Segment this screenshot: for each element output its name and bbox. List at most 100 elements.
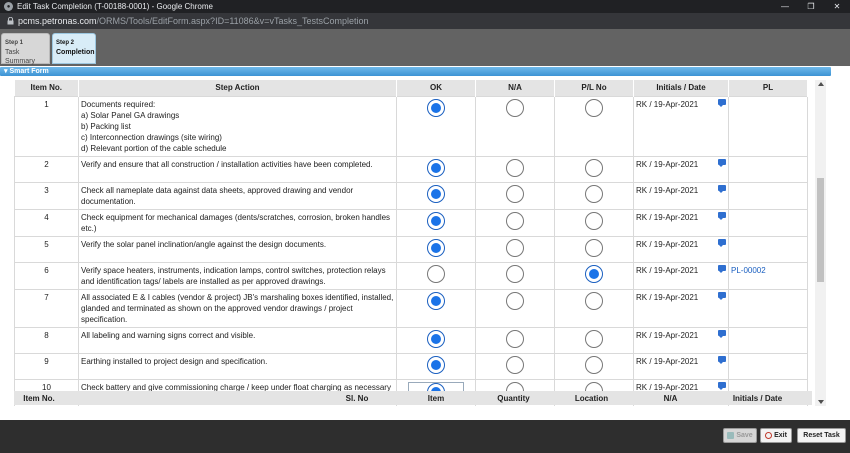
url-host: pcms.petronas.com	[18, 16, 97, 26]
step-action: All associated E & I cables (vendor & pr…	[78, 288, 397, 328]
step-action-line: Check equipment for mechanical damages (…	[81, 212, 391, 233]
item-number: 6	[14, 261, 79, 290]
ok-radio[interactable]	[427, 211, 445, 230]
smart-form-panel-header[interactable]: ▾ Smart Form	[0, 67, 831, 76]
reset-task-button[interactable]: Reset Task	[797, 428, 846, 443]
na-radio[interactable]	[506, 355, 524, 374]
initials-date-cell: RK / 19-Apr-2021	[633, 326, 729, 354]
maximize-icon[interactable]: ❐	[798, 2, 824, 11]
pl-radio[interactable]	[585, 329, 603, 348]
scroll-thumb[interactable]	[817, 178, 824, 282]
pl-radio[interactable]	[585, 184, 603, 203]
ok-radio[interactable]	[427, 329, 445, 348]
item-number: 4	[14, 208, 79, 237]
na-radio[interactable]	[506, 158, 524, 177]
na-radio[interactable]	[506, 329, 524, 348]
ok-option-cell	[396, 352, 476, 380]
table-row: 7 All associated E & I cables (vendor & p…	[14, 288, 808, 328]
initials-date: RK / 19-Apr-2021	[636, 212, 699, 222]
ok-radio[interactable]	[427, 355, 445, 374]
step-task-summary[interactable]: Step 1 Task Summary	[1, 33, 50, 65]
ok-option-cell	[396, 95, 476, 157]
step-action: All labeling and warning signs correct a…	[78, 326, 397, 354]
initials-date-cell: RK / 19-Apr-2021	[633, 288, 729, 328]
step-action: Documents required: a) Solar Panel GA dra…	[78, 95, 397, 157]
step-completion[interactable]: Step 2 Completion	[52, 33, 96, 64]
address-bar[interactable]: pcms.petronas.com /ORMS/Tools/EditForm.a…	[0, 13, 850, 29]
checklist-table: Item No. Step Action OK N/A P/L No Initi…	[14, 80, 808, 406]
panel-title: Smart Form	[9, 68, 49, 75]
col-header: Item	[427, 393, 445, 403]
initials-date: RK / 19-Apr-2021	[636, 330, 699, 340]
step-action: Earthing installed to project design and…	[78, 352, 397, 380]
comment-icon[interactable]	[718, 291, 726, 300]
comment-icon[interactable]	[718, 329, 726, 338]
pl-cell	[728, 208, 808, 237]
step-action-line: d) Relevant portion of the cable schedul…	[81, 143, 227, 153]
pl-radio[interactable]	[585, 211, 603, 230]
comment-icon[interactable]	[718, 211, 726, 220]
table-row: 5 Verify the solar panel inclination/angl…	[14, 235, 808, 263]
initials-date-cell: RK / 19-Apr-2021	[633, 181, 729, 210]
comment-icon[interactable]	[718, 98, 726, 107]
pl-radio[interactable]	[585, 291, 603, 310]
minimize-icon[interactable]: —	[772, 2, 798, 11]
table-row: 2 Verify and ensure that all construction…	[14, 155, 808, 183]
comment-icon[interactable]	[718, 355, 726, 364]
ok-option-cell	[396, 208, 476, 237]
comment-icon[interactable]	[718, 264, 726, 273]
pl-option-cell	[554, 326, 634, 354]
ok-radio[interactable]	[427, 158, 445, 177]
pl-cell	[728, 352, 808, 380]
comment-icon[interactable]	[718, 238, 726, 247]
na-radio[interactable]	[506, 264, 524, 283]
step-label: Task Summary	[5, 49, 35, 65]
close-icon[interactable]: ✕	[824, 2, 850, 11]
ok-radio[interactable]	[427, 238, 445, 257]
pl-radio[interactable]	[585, 98, 603, 117]
pl-cell	[728, 95, 808, 157]
pl-cell	[728, 326, 808, 354]
col-header: N/A	[475, 80, 555, 96]
initials-date: RK / 19-Apr-2021	[636, 239, 699, 249]
na-radio[interactable]	[506, 291, 524, 310]
exit-icon	[765, 432, 773, 439]
table-row: 3 Check all nameplate data against data s…	[14, 181, 808, 210]
col-header: Item No.	[14, 80, 79, 96]
pl-radio[interactable]	[585, 158, 603, 177]
na-radio[interactable]	[506, 211, 524, 230]
initials-date: RK / 19-Apr-2021	[636, 159, 699, 169]
pl-radio[interactable]	[585, 238, 603, 257]
pl-option-cell	[554, 288, 634, 328]
step-action-line: Documents required:	[81, 99, 156, 109]
ok-option-cell	[396, 181, 476, 210]
comment-icon[interactable]	[718, 158, 726, 167]
ok-radio[interactable]	[427, 184, 445, 203]
pl-cell	[728, 288, 808, 328]
comment-icon[interactable]	[718, 184, 726, 193]
na-radio[interactable]	[506, 98, 524, 117]
na-radio[interactable]	[506, 184, 524, 203]
pl-radio[interactable]	[585, 355, 603, 374]
pl-option-cell	[554, 235, 634, 263]
exit-button[interactable]: Exit	[760, 428, 792, 443]
item-number: 7	[14, 288, 79, 328]
item-number: 8	[14, 326, 79, 354]
table-row: 6 Verify space heaters, instruments, indi…	[14, 261, 808, 290]
pl-cell	[728, 155, 808, 183]
pl-link[interactable]: PL-00002	[731, 266, 766, 275]
ok-radio[interactable]	[427, 98, 445, 117]
comment-icon[interactable]	[718, 381, 726, 390]
ok-radio[interactable]	[427, 264, 445, 283]
pl-option-cell	[554, 208, 634, 237]
save-label: Save	[736, 432, 753, 439]
na-radio[interactable]	[506, 238, 524, 257]
scroll-up-icon[interactable]	[818, 82, 824, 86]
ok-radio[interactable]	[427, 291, 445, 310]
scroll-down-icon[interactable]	[818, 400, 824, 404]
vertical-scrollbar[interactable]	[815, 80, 826, 406]
item-number: 2	[14, 155, 79, 183]
pl-radio[interactable]	[585, 264, 603, 283]
save-button[interactable]: Save	[723, 428, 757, 443]
item-number: 3	[14, 181, 79, 210]
